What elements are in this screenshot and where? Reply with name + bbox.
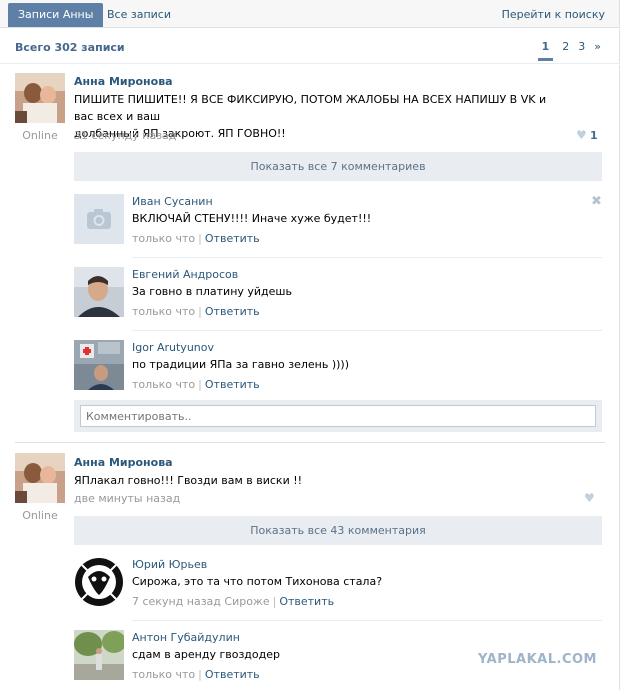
comment-meta: только что | Ответить bbox=[132, 378, 260, 391]
comment-time[interactable]: только что bbox=[132, 378, 195, 391]
comment-author[interactable]: Юрий Юрьев bbox=[132, 558, 207, 571]
post-text: ЯПлакал говно!!! Гвозди вам в виски !! bbox=[74, 472, 554, 489]
comment-text: Сирожа, это та что потом Тихонова стала? bbox=[132, 575, 383, 588]
comment-divider bbox=[132, 620, 602, 621]
heart-icon[interactable]: ♥ bbox=[584, 491, 595, 505]
page-1[interactable]: 1 bbox=[537, 40, 554, 61]
comment-author[interactable]: Igor Arutyunov bbox=[132, 341, 214, 354]
post-author[interactable]: Анна Миронова bbox=[74, 75, 173, 88]
page-3[interactable]: 3 bbox=[578, 40, 585, 53]
reply-link[interactable]: Ответить bbox=[205, 305, 260, 318]
post-text-line: ПИШИТЕ ПИШИТЕ!! Я ВСЕ ФИКСИРУЮ, ПОТОМ ЖА… bbox=[74, 93, 547, 123]
post-text-line: ЯПлакал говно!!! Гвозди вам в виски !! bbox=[74, 474, 303, 487]
show-all-comments-button[interactable]: Показать все 7 комментариев bbox=[74, 152, 602, 181]
comment-input[interactable] bbox=[80, 405, 596, 427]
reply-link[interactable]: Ответить bbox=[205, 378, 260, 391]
comment: Иван Сусанин ВКЛЮЧАЙ СТЕНУ!!!! Иначе хуж… bbox=[74, 194, 602, 258]
reply-link[interactable]: Ответить bbox=[205, 232, 260, 245]
comment-divider bbox=[132, 257, 602, 258]
pager: 1 2 3 » bbox=[529, 40, 601, 61]
tab-all-posts[interactable]: Все записи bbox=[107, 3, 171, 27]
comment-meta: только что | Ответить bbox=[132, 668, 260, 681]
close-icon[interactable]: ✖ bbox=[591, 194, 602, 209]
comment-meta: 7 секунд назад Сироже | Ответить bbox=[132, 595, 335, 608]
author-avatar[interactable] bbox=[15, 453, 65, 503]
comment-text: ВКЛЮЧАЙ СТЕНУ!!!! Иначе хуже будет!!! bbox=[132, 212, 372, 225]
posts-total: Всего 302 записи bbox=[15, 41, 125, 54]
comment-divider bbox=[132, 330, 602, 331]
comment-box bbox=[74, 400, 602, 432]
comment: Igor Arutyunov по традиции ЯПа за гавно … bbox=[74, 340, 602, 402]
page-next[interactable]: » bbox=[594, 40, 601, 53]
comment-time[interactable]: 7 секунд назад Сироже bbox=[132, 595, 270, 608]
camera-icon bbox=[74, 194, 124, 244]
tab-bar: Записи Анны Все записи Перейти к поиску bbox=[0, 0, 620, 28]
comment-text: по традиции ЯПа за гавно зелень )))) bbox=[132, 358, 349, 371]
comment-time[interactable]: только что bbox=[132, 668, 195, 681]
commenter-avatar[interactable] bbox=[74, 630, 124, 680]
comment-text: сдам в аренду гвоздодер bbox=[132, 648, 280, 661]
comment-time[interactable]: только что bbox=[132, 305, 195, 318]
author-avatar[interactable] bbox=[15, 73, 65, 123]
go-to-search-link[interactable]: Перейти к поиску bbox=[502, 3, 605, 27]
show-all-comments-button[interactable]: Показать все 43 комментария bbox=[74, 516, 602, 545]
comment-author[interactable]: Евгений Андросов bbox=[132, 268, 238, 281]
watermark: YAPLAKAL.COM bbox=[478, 652, 597, 667]
post-time[interactable]: 31 секунду назад bbox=[74, 129, 176, 142]
commenter-avatar[interactable] bbox=[74, 267, 124, 317]
comment-time[interactable]: только что bbox=[132, 232, 195, 245]
tab-anna-posts[interactable]: Записи Анны bbox=[8, 3, 104, 27]
comment: Юрий Юрьев Сирожа, это та что потом Тихо… bbox=[74, 557, 602, 621]
post-author[interactable]: Анна Миронова bbox=[74, 456, 173, 469]
post-time[interactable]: две минуты назад bbox=[74, 492, 180, 505]
comment-meta: только что | Ответить bbox=[132, 232, 260, 245]
online-status: Online bbox=[22, 129, 58, 142]
page-2[interactable]: 2 bbox=[562, 40, 569, 53]
comment-text: За говно в платину уйдешь bbox=[132, 285, 292, 298]
commenter-avatar[interactable] bbox=[74, 557, 124, 607]
comment: Евгений Андросов За говно в платину уйде… bbox=[74, 267, 602, 331]
comment-author[interactable]: Антон Губайдулин bbox=[132, 631, 240, 644]
comment-meta: только что | Ответить bbox=[132, 305, 260, 318]
summary-bar: Всего 302 записи 1 2 3 » bbox=[0, 29, 620, 64]
reply-link[interactable]: Ответить bbox=[279, 595, 334, 608]
commenter-avatar[interactable] bbox=[74, 340, 124, 390]
comment-author[interactable]: Иван Сусанин bbox=[132, 195, 213, 208]
heart-icon[interactable]: ♥ bbox=[576, 128, 587, 142]
post-divider bbox=[15, 442, 605, 443]
reply-link[interactable]: Ответить bbox=[205, 668, 260, 681]
wall: Online Анна Миронова ПИШИТЕ ПИШИТЕ!! Я В… bbox=[0, 65, 620, 690]
online-status: Online bbox=[22, 509, 58, 522]
like-count[interactable]: 1 bbox=[590, 129, 598, 142]
commenter-avatar[interactable] bbox=[74, 194, 124, 244]
